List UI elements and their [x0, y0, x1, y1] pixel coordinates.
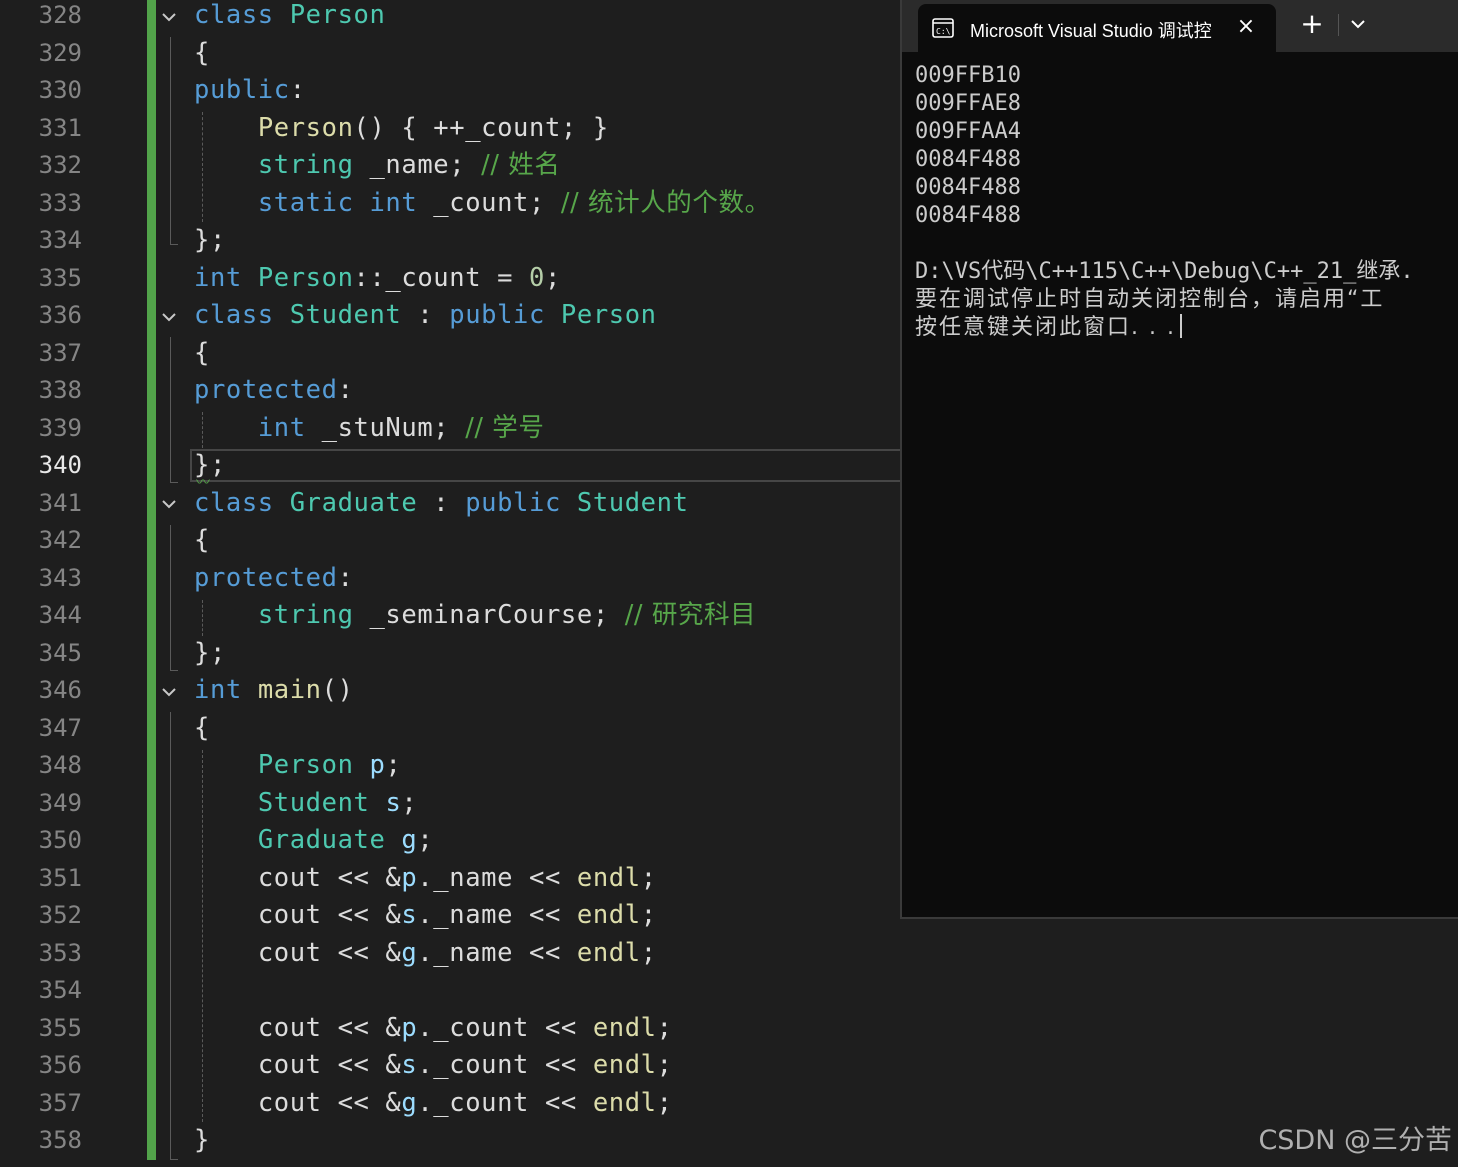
line-number: 335 — [38, 263, 82, 292]
output-line: 009FFAE8 — [915, 91, 1021, 116]
svg-text:C:\: C:\ — [936, 27, 951, 36]
code-line: string _seminarCourse; // 研究科目 — [257, 600, 757, 630]
line-number: 333 — [38, 188, 82, 217]
indent-guide — [170, 525, 171, 670]
line-number: 351 — [38, 863, 82, 892]
code-line: int main() — [194, 675, 354, 705]
fold-chevron-icon[interactable] — [160, 495, 178, 513]
output-line: 0084F488 — [915, 203, 1021, 228]
code-line: cout << &p._name << endl; — [257, 862, 657, 893]
error-squiggle: 〰 — [196, 475, 210, 491]
line-number: 357 — [38, 1088, 82, 1117]
code-line: cout << &s._count << endl; — [257, 1050, 673, 1080]
auto-close-hint-line: 要在调试停止时自动关闭控制台，请启用“工 — [915, 287, 1385, 312]
new-tab-button[interactable]: + — [1300, 10, 1324, 38]
code-line: int _stuNum; // 学号 — [257, 412, 545, 443]
code-line: { — [194, 525, 210, 555]
text-caret — [1179, 314, 1182, 338]
code-line: { — [194, 337, 210, 368]
line-number: 337 — [38, 338, 82, 367]
line-number: 348 — [38, 751, 82, 779]
code-line: string _name; // 姓名 — [257, 150, 561, 180]
indent-guide — [170, 712, 171, 1159]
press-key-text: 按任意键关闭此窗口. . . — [915, 315, 1176, 340]
fold-chevron-icon[interactable] — [160, 308, 178, 326]
line-number: 339 — [38, 413, 82, 442]
code-line: static int _count; // 统计人的个数。 — [257, 187, 771, 218]
indent-guide-end — [170, 670, 178, 671]
code-line: Person p; — [257, 750, 402, 780]
output-line: 0084F488 — [915, 175, 1021, 200]
chevron-down-icon[interactable] — [1346, 12, 1370, 36]
line-number: 344 — [38, 601, 82, 629]
code-line: protected: — [194, 562, 354, 593]
code-line: protected: — [194, 375, 354, 405]
output-line: 0084F488 — [915, 147, 1021, 172]
code-line: Student s; — [257, 787, 418, 818]
line-number: 346 — [38, 676, 82, 704]
line-number: 352 — [38, 901, 82, 929]
indent-guide — [170, 337, 171, 482]
console-tab[interactable]: C:\ Microsoft Visual Studio 调试控 × — [918, 4, 1276, 52]
code-line: cout << &s._name << endl; — [257, 900, 657, 930]
code-line: } — [194, 1125, 210, 1155]
line-number: 343 — [38, 563, 82, 592]
console-icon: C:\ — [932, 18, 954, 38]
line-number: 328 — [38, 1, 82, 29]
output-line: 009FFAA4 — [915, 119, 1021, 144]
debug-console-window[interactable]: C:\ Microsoft Visual Studio 调试控 × + 009F… — [900, 0, 1458, 919]
indent-guide-end — [170, 482, 178, 483]
code-line: int Person::_count = 0; — [194, 262, 561, 293]
indent-guide — [170, 37, 171, 244]
line-number: 358 — [38, 1126, 82, 1154]
watermark: CSDN @三分苦 — [1258, 1125, 1452, 1156]
line-number: 345 — [38, 638, 82, 667]
line-number: 330 — [38, 76, 82, 104]
line-number: 341 — [38, 488, 82, 517]
code-line: { — [194, 37, 210, 68]
line-number: 354 — [38, 976, 82, 1004]
exe-path-line: D:\VS代码\C++115\C++\Debug\C++_21_继承. — [915, 259, 1414, 284]
code-line: { — [194, 712, 210, 743]
line-number: 350 — [38, 826, 82, 854]
line-number: 336 — [38, 301, 82, 329]
output-line: 009FFB10 — [915, 63, 1021, 88]
indent-guide-end — [170, 244, 178, 245]
fold-chevron-icon[interactable] — [160, 8, 178, 26]
close-tab-icon[interactable]: × — [1236, 16, 1256, 38]
console-tab-title: Microsoft Visual Studio 调试控 — [970, 21, 1212, 41]
line-number: 349 — [38, 788, 82, 817]
line-number: 353 — [38, 938, 82, 967]
line-number: 331 — [38, 113, 82, 142]
line-number: 329 — [38, 38, 82, 67]
code-line: cout << &g._name << endl; — [257, 937, 657, 968]
code-line: }; — [194, 225, 226, 255]
console-output: 009FFB10 009FFAE8 009FFAA4 0084F488 0084… — [915, 62, 1458, 342]
line-number: 340 — [38, 451, 82, 479]
code-line: }; — [194, 637, 226, 668]
line-number: 332 — [38, 151, 82, 179]
current-line-highlight — [190, 449, 902, 482]
change-tracking-bar — [147, 0, 156, 1160]
output-blank-line — [915, 230, 1458, 258]
line-number: 347 — [38, 713, 82, 742]
code-line: cout << &p._count << endl; — [257, 1012, 673, 1043]
line-number: 338 — [38, 376, 82, 404]
fold-chevron-icon[interactable] — [160, 683, 178, 701]
console-tab-bar: C:\ Microsoft Visual Studio 调试控 × + — [902, 0, 1458, 52]
line-number: 342 — [38, 526, 82, 554]
code-line: class Graduate : public Student — [194, 487, 689, 518]
code-line: Graduate g; — [257, 825, 434, 855]
indent-guide-end — [170, 1159, 178, 1160]
code-line: class Student : public Person — [194, 300, 657, 330]
code-line: class Person — [194, 0, 386, 30]
tab-bar-divider — [1338, 14, 1339, 36]
line-number: 334 — [38, 226, 82, 254]
line-number: 355 — [38, 1013, 82, 1042]
code-line: public: — [194, 75, 306, 105]
code-line: Person() { ++_count; } — [257, 112, 609, 143]
press-key-line: 按任意键关闭此窗口. . . — [915, 314, 1458, 342]
line-number: 356 — [38, 1051, 82, 1079]
code-line: cout << &g._count << endl; — [257, 1087, 673, 1118]
